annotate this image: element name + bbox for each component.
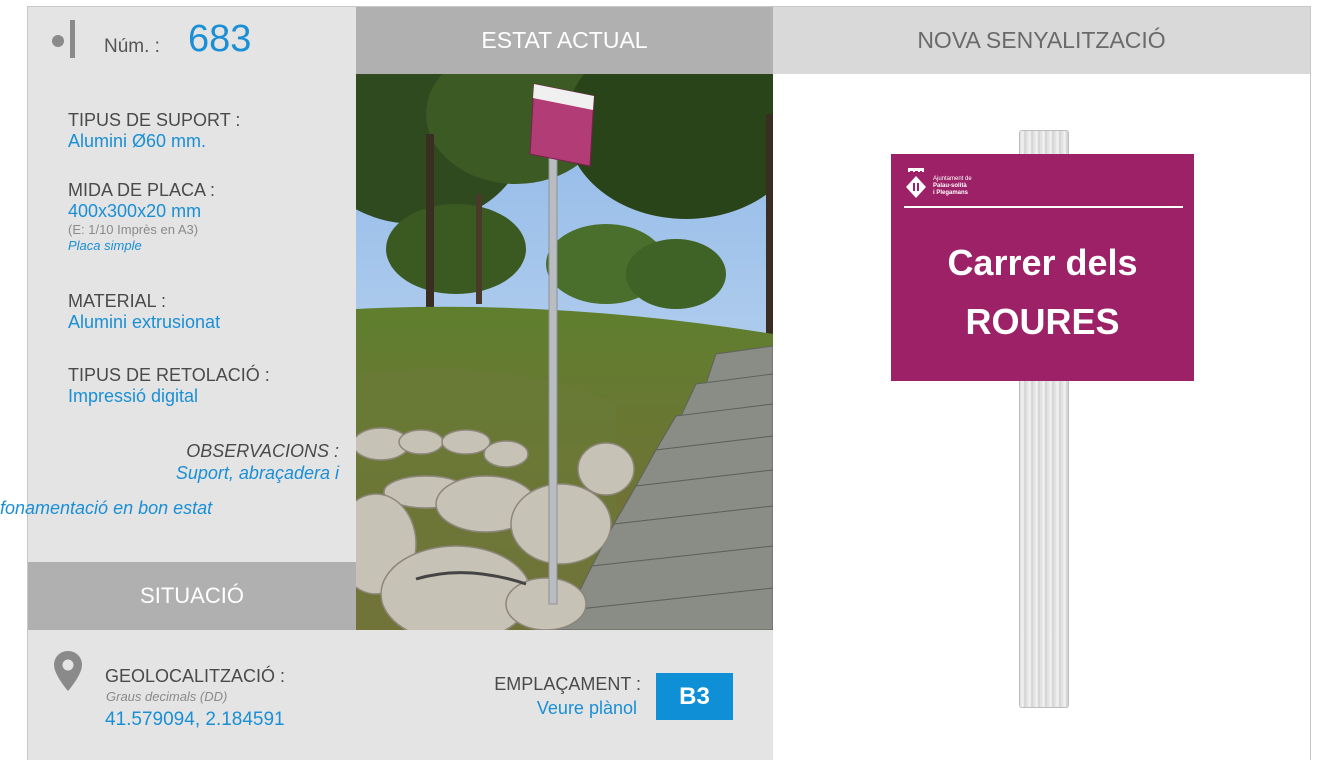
geolocation-label: GEOLOCALITZACIÓ :	[105, 666, 286, 686]
support-type-label: TIPUS DE SUPORT :	[68, 110, 241, 130]
street-line-2: ROURES	[965, 301, 1120, 342]
material-value: Alumini extrusionat	[68, 312, 221, 332]
street-line-1: Carrer dels	[947, 242, 1138, 283]
placement-code-badge: B3	[656, 673, 733, 720]
plate-divider	[904, 206, 1183, 208]
lettering-label: TIPUS DE RETOLACIÓ :	[68, 365, 270, 385]
support-type-value: Alumini Ø60 mm.	[68, 131, 207, 151]
sign-plate: Ajuntament de Palau-solità i Plegamans C…	[891, 154, 1194, 381]
geolocation-format: Graus decimals (DD)	[106, 689, 228, 704]
municipal-crest-icon	[906, 168, 926, 198]
plate-size-label: MIDA DE PLACA :	[68, 180, 216, 200]
plate-type: Placa simple	[68, 238, 142, 253]
location-panel: GEOLOCALITZACIÓ : Graus decimals (DD) 41…	[28, 630, 773, 760]
number-value: 683	[188, 18, 252, 60]
divider-bar	[70, 20, 75, 58]
plate-size-value: 400x300x20 mm	[68, 201, 202, 221]
lettering-value: Impressió digital	[68, 386, 199, 406]
material-label: MATERIAL :	[68, 291, 167, 311]
spec-lettering: TIPUS DE RETOLACIÓ : Impressió digital	[68, 365, 270, 407]
plate-size-scale: (E: 1/10 Imprès en A3)	[68, 222, 199, 237]
bullet-icon	[52, 35, 64, 47]
current-state-header: ESTAT ACTUAL	[356, 7, 773, 74]
placement-label: EMPLAÇAMENT :	[494, 674, 641, 694]
situation-header: SITUACIÓ	[28, 562, 356, 630]
geolocation-value: 41.579094, 2.184591	[105, 709, 285, 730]
spec-support-type: TIPUS DE SUPORT : Alumini Ø60 mm.	[68, 110, 240, 152]
org-line-1: Ajuntament de	[933, 176, 972, 182]
number-header: Núm. : 683	[28, 7, 356, 74]
municipality-name: Ajuntament de Palau-solità i Plegamans	[933, 176, 972, 197]
new-sign-preview: Ajuntament de Palau-solità i Plegamans C…	[773, 74, 1310, 760]
location-pin-icon	[54, 651, 82, 691]
org-line-2: Palau-solità	[933, 183, 967, 189]
observations-label: OBSERVACIONS :	[186, 441, 339, 461]
observations-line-2: fonamentació en bon estat	[0, 498, 213, 518]
spec-plate-size: MIDA DE PLACA : 400x300x20 mm (E: 1/10 I…	[68, 180, 215, 254]
spec-material: MATERIAL : Alumini extrusionat	[68, 291, 220, 333]
org-line-3: i Plegamans	[933, 190, 969, 196]
number-label: Núm. :	[104, 36, 160, 57]
new-signage-header: NOVA SENYALITZACIÓ	[773, 7, 1310, 74]
current-state-photo	[356, 74, 773, 630]
placement-link[interactable]: Veure plànol	[537, 698, 637, 719]
observations: OBSERVACIONS : Suport, abraçadera i	[36, 440, 356, 485]
observations-line-1: Suport, abraçadera i	[175, 463, 339, 483]
